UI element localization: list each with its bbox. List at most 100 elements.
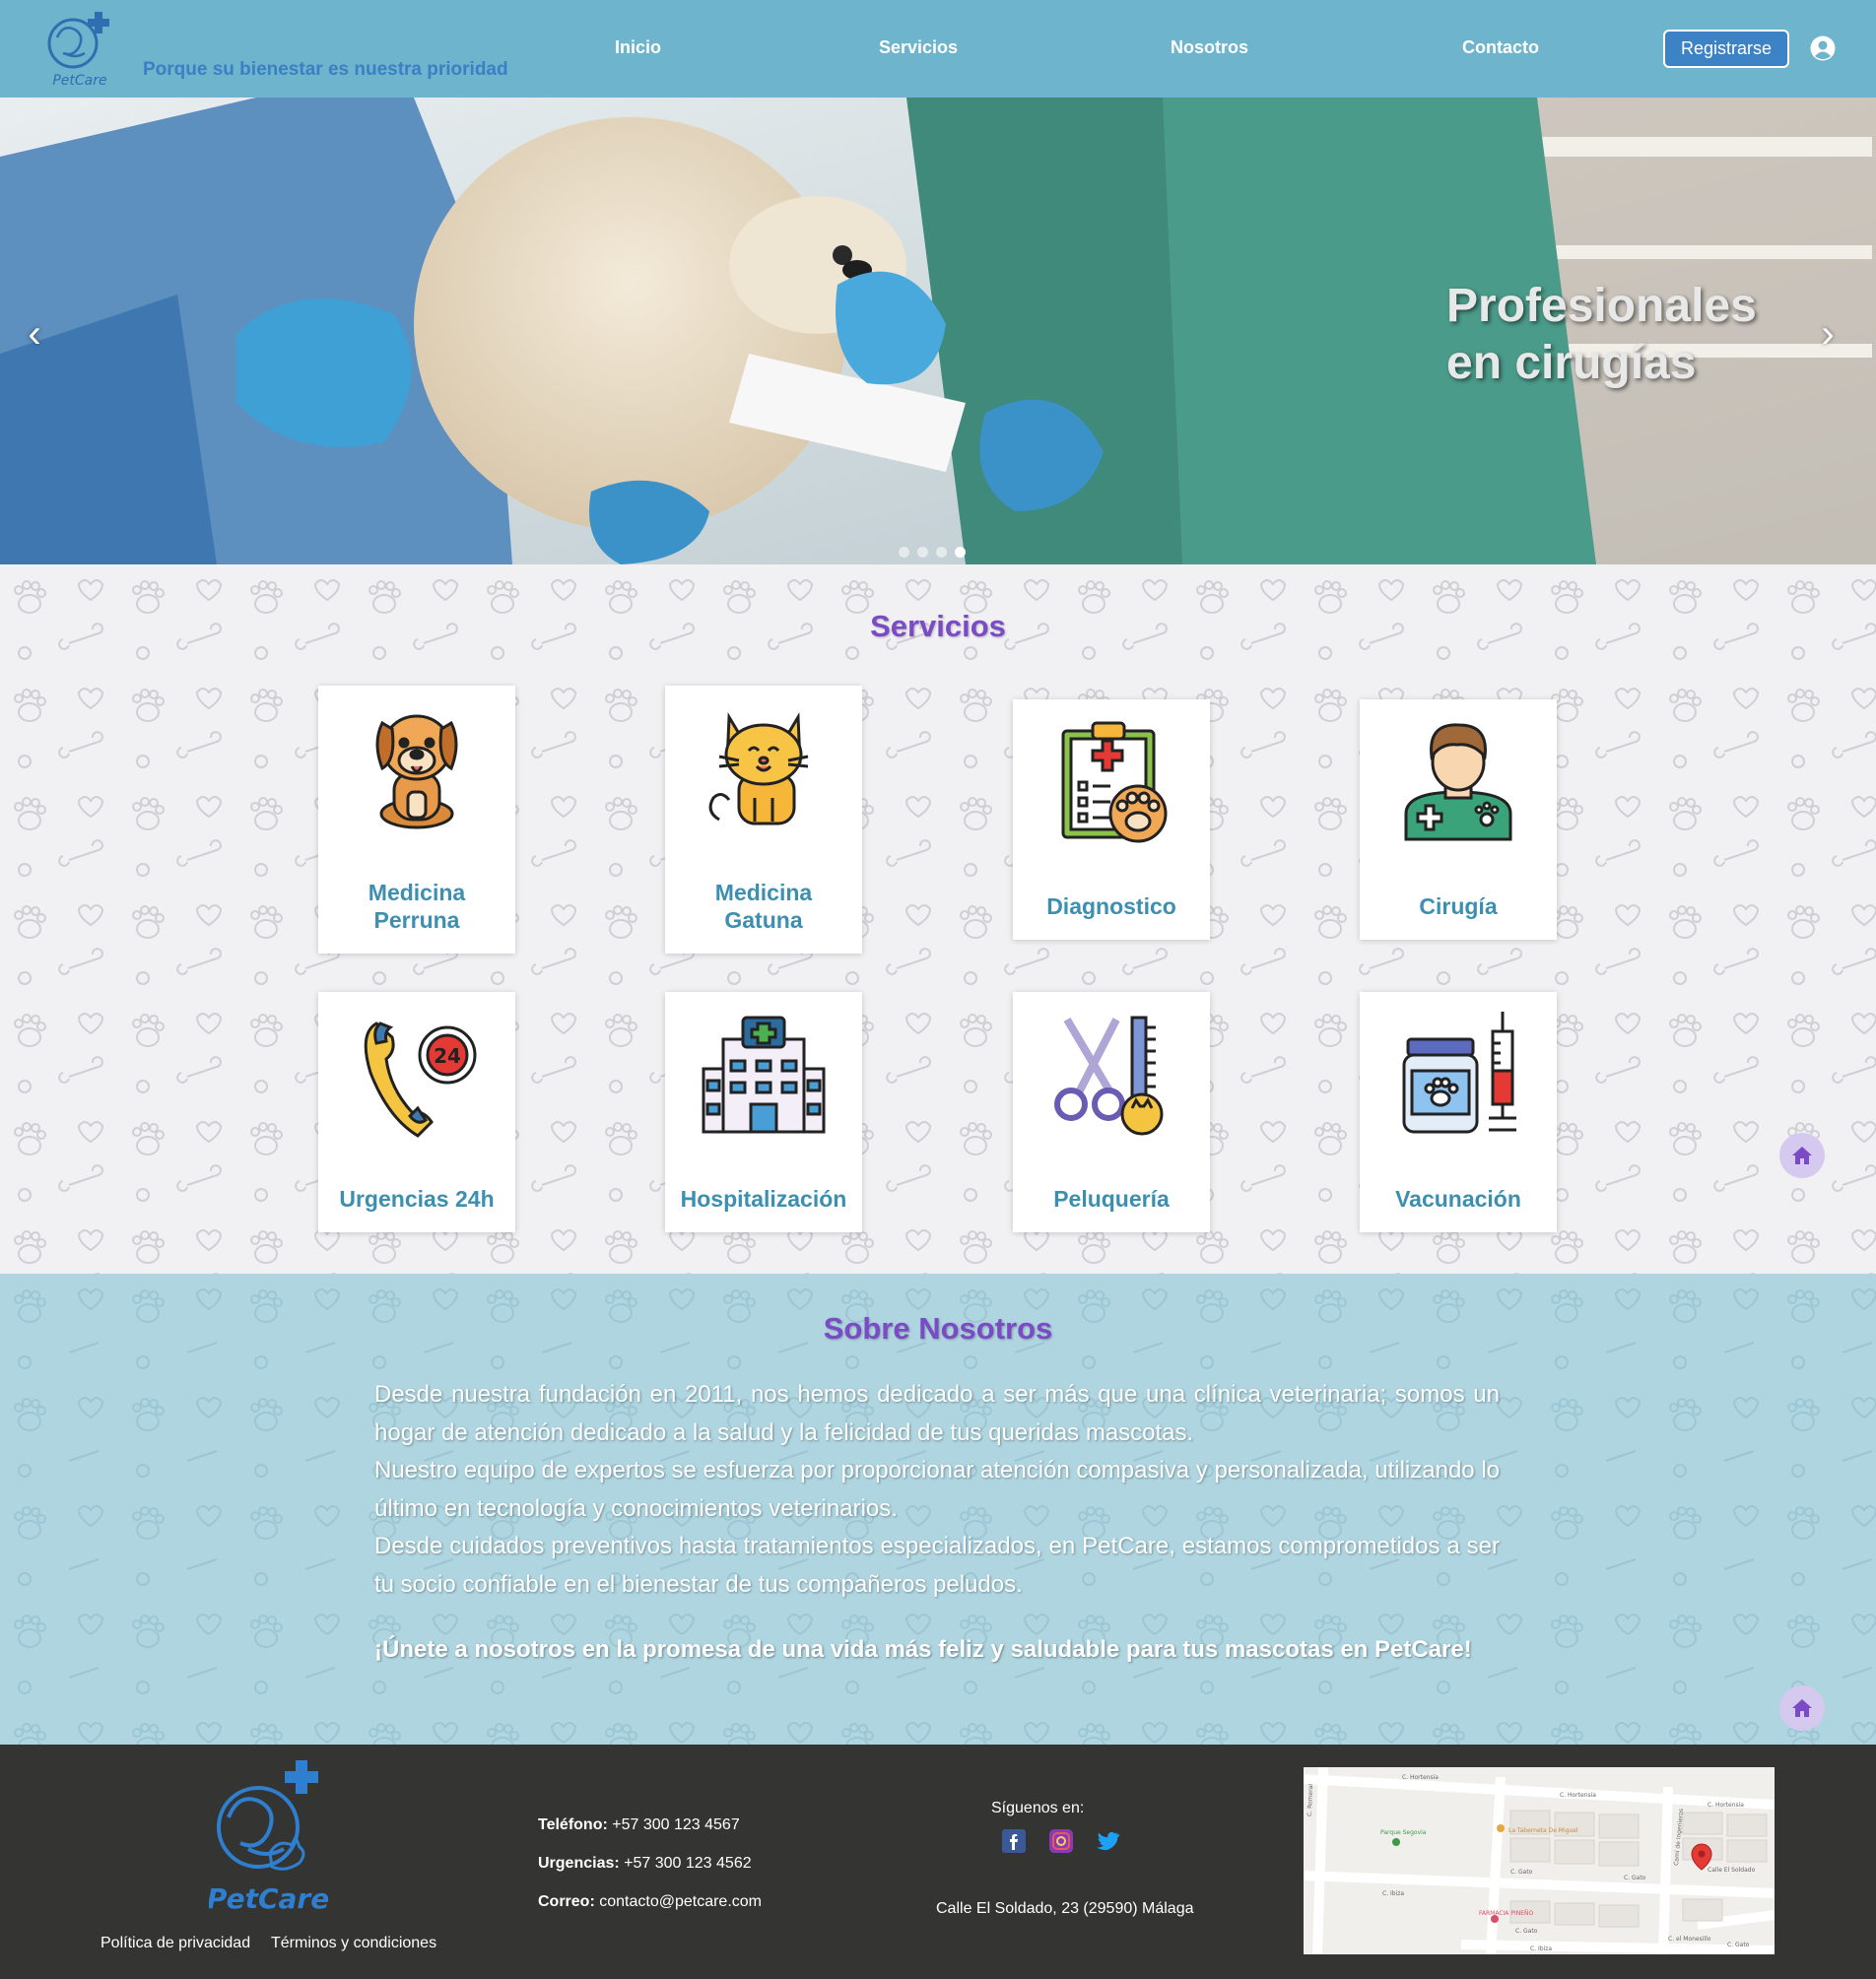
map-street-label: C. Hortensia xyxy=(1708,1802,1744,1809)
service-card-medicina-gatuna[interactable]: Medicina Gatuna xyxy=(665,686,862,954)
service-label-line2: Gatuna xyxy=(724,907,803,933)
grooming-scissors-icon xyxy=(1054,1016,1164,1136)
hero-caption: Profesionales en cirugías xyxy=(1446,278,1757,392)
dog-icon xyxy=(375,714,458,829)
service-card-urgencias[interactable]: 24 Urgencias 24h xyxy=(318,992,515,1232)
about-title: Sobre Nosotros xyxy=(823,1311,1053,1346)
phone-label: Teléfono: xyxy=(538,1816,608,1833)
carousel-indicators xyxy=(899,547,966,558)
chevron-right-icon[interactable]: › xyxy=(1813,312,1842,356)
petcare-logo[interactable]: PetCare xyxy=(43,8,116,89)
service-label-line1: Medicina xyxy=(368,880,466,905)
nav-contacto[interactable]: Contacto xyxy=(1462,37,1539,58)
map-pharmacy-marker xyxy=(1491,1915,1499,1923)
hero-carousel: Profesionales en cirugías ‹ › xyxy=(0,98,1876,564)
footer-logo-text: PetCare xyxy=(209,1882,329,1915)
home-button[interactable] xyxy=(1779,1133,1825,1178)
home-icon xyxy=(1792,1147,1812,1164)
about-cta: ¡Únete a nosotros en la promesa de una v… xyxy=(374,1636,1472,1663)
map-street-label: C. Gato xyxy=(1515,1928,1538,1935)
service-label: Medicina Gatuna xyxy=(665,879,862,934)
user-circle-icon[interactable] xyxy=(1810,35,1836,61)
hero-caption-line1: Profesionales xyxy=(1446,280,1757,332)
home-button[interactable] xyxy=(1779,1685,1825,1731)
cat-icon xyxy=(708,711,809,825)
instagram-icon[interactable] xyxy=(1049,1829,1073,1853)
petcare-footer-logo[interactable]: PetCare xyxy=(209,1758,331,1918)
service-label-line1: Medicina xyxy=(714,880,813,905)
about-section: Sobre Nosotros Desde nuestra fundación e… xyxy=(0,1274,1876,1745)
service-label: Urgencias 24h xyxy=(339,1186,495,1212)
hospital-icon xyxy=(702,1016,826,1134)
service-label: Peluquería xyxy=(1053,1186,1170,1212)
services-title: Servicios xyxy=(870,609,1006,643)
veterinarian-icon xyxy=(1404,723,1512,841)
site-footer: PetCare Política de privacidad Términos … xyxy=(0,1745,1876,1979)
nav-inicio[interactable]: Inicio xyxy=(615,37,661,58)
urgent-value[interactable]: +57 300 123 4562 xyxy=(624,1855,751,1872)
map-street-label: C. Gato xyxy=(1510,1869,1533,1876)
map-street-label: C. el Monesillo xyxy=(1668,1936,1711,1943)
email-label: Correo: xyxy=(538,1893,595,1910)
map-place-label: La Taberneta De Miguel xyxy=(1508,1827,1578,1834)
twitter-icon[interactable] xyxy=(1097,1829,1120,1853)
service-label: Hospitalización xyxy=(680,1186,847,1212)
phone-value[interactable]: +57 300 123 4567 xyxy=(612,1816,739,1833)
map-street-label: Calle El Soldado xyxy=(1708,1867,1756,1874)
about-text: Desde nuestra fundación en 2011, nos hem… xyxy=(374,1376,1500,1604)
follow-us-label: Síguenos en: xyxy=(991,1800,1085,1816)
contact-phone: Teléfono: +57 300 123 4567 xyxy=(538,1816,740,1834)
services-section: Servicios Medicina Perruna Medicina Gatu… xyxy=(0,564,1876,1274)
map-street-label: C. Ibiza xyxy=(1382,1890,1404,1897)
site-header: PetCare Porque su bienestar es nuestra p… xyxy=(0,0,1876,98)
service-card-diagnostico[interactable]: Diagnostico xyxy=(1013,699,1210,940)
slogan: Porque su bienestar es nuestra prioridad xyxy=(143,59,508,80)
map-street-label: C. Hortensia xyxy=(1402,1774,1439,1781)
map-restaurant-marker xyxy=(1497,1824,1505,1832)
logo-text: PetCare xyxy=(52,73,106,89)
chevron-left-icon[interactable]: ‹ xyxy=(20,312,49,356)
map-place-label: FARMACIA PINEÑO xyxy=(1479,1910,1533,1917)
carousel-dot[interactable] xyxy=(917,547,928,558)
service-card-hospitalizacion[interactable]: Hospitalización xyxy=(665,992,862,1232)
location-map[interactable]: C. Hortensia C. Hortensia C. Hortensia C… xyxy=(1304,1767,1775,1954)
service-card-vacunacion[interactable]: Vacunación xyxy=(1360,992,1557,1232)
service-label-line2: Perruna xyxy=(373,907,460,933)
carousel-dot-active[interactable] xyxy=(955,547,966,558)
service-label: Vacunación xyxy=(1395,1186,1521,1212)
map-place-label: Parque Segovia xyxy=(1380,1829,1427,1836)
nav-nosotros[interactable]: Nosotros xyxy=(1171,37,1248,58)
service-card-cirugia[interactable]: Cirugía xyxy=(1360,699,1557,940)
map-street-label: C. Romeral xyxy=(1306,1784,1314,1816)
service-label: Diagnostico xyxy=(1046,893,1176,919)
privacy-link[interactable]: Política de privacidad xyxy=(100,1935,250,1952)
home-icon xyxy=(1792,1699,1812,1717)
clipboard-paw-icon xyxy=(1061,721,1168,843)
contact-email: Correo: contacto@petcare.com xyxy=(538,1893,762,1911)
map-image: C. Hortensia C. Hortensia C. Hortensia C… xyxy=(1304,1767,1775,1954)
terms-link[interactable]: Términos y condiciones xyxy=(271,1935,436,1952)
address: Calle El Soldado, 23 (29590) Málaga xyxy=(936,1900,1194,1917)
map-street-label: C. Gato xyxy=(1727,1942,1750,1948)
icon-24-text: 24 xyxy=(434,1044,461,1068)
service-card-peluqueria[interactable]: Peluquería xyxy=(1013,992,1210,1232)
carousel-dot[interactable] xyxy=(936,547,947,558)
map-street-label: C. Hortensia xyxy=(1560,1792,1596,1799)
service-label: Medicina Perruna xyxy=(318,879,515,934)
map-park-marker xyxy=(1392,1838,1400,1846)
contact-urgent: Urgencias: +57 300 123 4562 xyxy=(538,1855,752,1873)
register-button[interactable]: Registrarse xyxy=(1663,30,1789,68)
nav-servicios[interactable]: Servicios xyxy=(879,37,958,58)
about-paragraph-1: Desde nuestra fundación en 2011, nos hem… xyxy=(374,1381,1500,1446)
facebook-icon[interactable] xyxy=(1002,1829,1026,1853)
service-card-medicina-perruna[interactable]: Medicina Perruna xyxy=(318,686,515,954)
paw-pattern-background xyxy=(0,564,1876,1274)
carousel-dot[interactable] xyxy=(899,547,909,558)
about-paragraph-2: Nuestro equipo de expertos se esfuerza p… xyxy=(374,1457,1501,1522)
map-street-label: C. Gato xyxy=(1624,1875,1646,1881)
hero-caption-line2: en cirugías xyxy=(1446,337,1697,389)
email-value[interactable]: contacto@petcare.com xyxy=(599,1893,762,1910)
vaccine-icon xyxy=(1402,1012,1516,1134)
urgent-label: Urgencias: xyxy=(538,1855,620,1872)
about-paragraph-3: Desde cuidados preventivos hasta tratami… xyxy=(374,1533,1500,1598)
